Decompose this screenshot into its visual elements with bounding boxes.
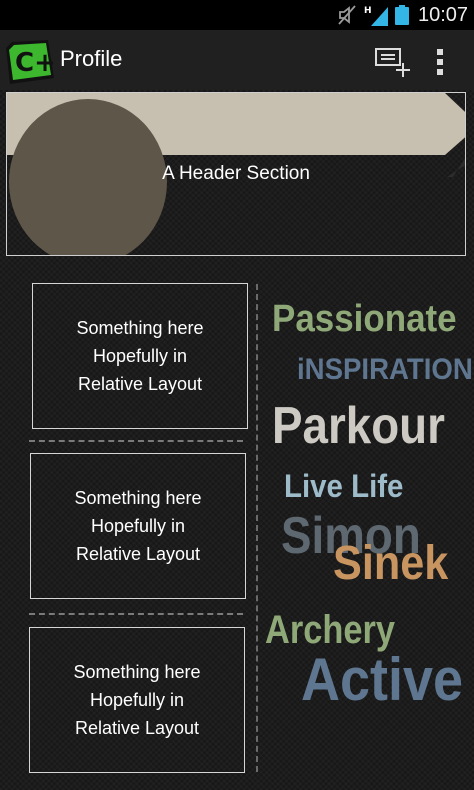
action-bar: C+ Profile xyxy=(0,30,474,90)
content-box-line: Something here xyxy=(73,662,201,682)
overflow-menu-icon xyxy=(437,49,443,75)
dashed-divider xyxy=(29,613,243,615)
vertical-dashed-divider xyxy=(256,284,258,772)
content-box-2: Something here Hopefully in Relative Lay… xyxy=(30,453,246,599)
overflow-menu-button[interactable] xyxy=(428,40,452,84)
header-section: A Header Section xyxy=(6,92,466,256)
word-passionate: Passionate xyxy=(272,298,457,340)
content-box-line: Something here xyxy=(76,318,204,338)
content-box-line: Relative Layout xyxy=(74,718,200,738)
header-title: A Header Section xyxy=(162,163,310,184)
content-box-line: Hopefully in xyxy=(89,690,185,710)
clock: 10:07 xyxy=(418,4,469,26)
signal-icon: H xyxy=(364,6,388,26)
content-box-text: Something here Hopefully in Relative Lay… xyxy=(73,658,200,742)
network-type-label: H xyxy=(364,6,372,16)
content-box-line: Something here xyxy=(74,488,202,508)
content-box-text: Something here Hopefully in Relative Lay… xyxy=(74,484,201,568)
app-logo-icon[interactable]: C+ xyxy=(6,40,54,84)
content-box-line: Hopefully in xyxy=(92,346,188,366)
content-box-line: Relative Layout xyxy=(77,374,203,394)
content-box-1: Something here Hopefully in Relative Lay… xyxy=(32,283,248,429)
status-bar: H 10:07 xyxy=(0,0,474,30)
word-live-life: Live Life xyxy=(284,468,404,504)
content-box-line: Hopefully in xyxy=(90,516,186,536)
word-active: Active xyxy=(301,646,464,713)
word-archery: Archery xyxy=(265,608,396,652)
battery-icon xyxy=(395,5,409,25)
content-box-line: Relative Layout xyxy=(75,544,201,564)
app-logo-text: C+ xyxy=(15,48,54,78)
content-box-text: Something here Hopefully in Relative Lay… xyxy=(76,314,203,398)
word-parkour: Parkour xyxy=(272,397,445,455)
add-item-button[interactable] xyxy=(368,40,416,84)
mute-icon xyxy=(338,5,356,25)
content-box-3: Something here Hopefully in Relative Lay… xyxy=(29,627,245,773)
word-sinek: Sinek xyxy=(333,537,449,590)
page-title: Profile xyxy=(60,46,123,71)
word-inspiration: iNSPIRATION xyxy=(297,353,473,386)
add-item-icon xyxy=(375,48,410,77)
dashed-divider xyxy=(29,440,243,442)
